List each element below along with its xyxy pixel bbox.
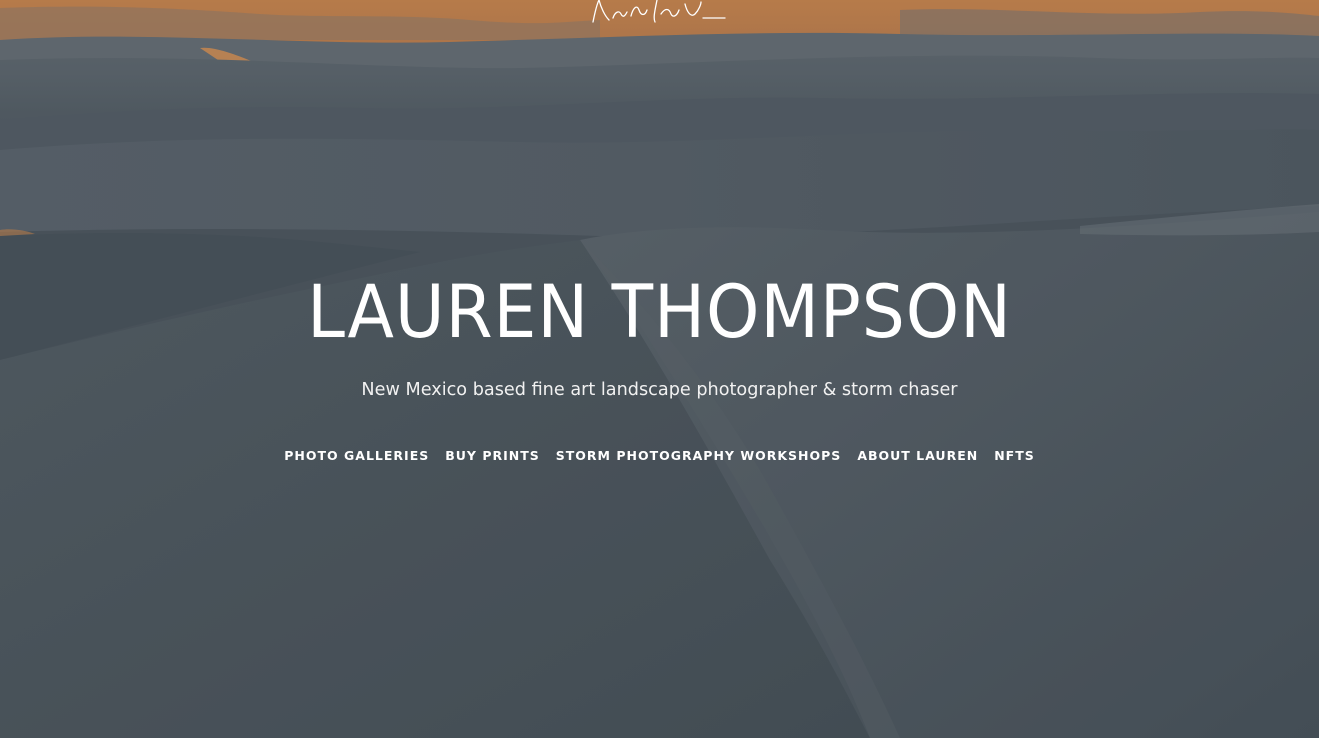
site-tagline: New Mexico based fine art landscape phot… [361, 379, 958, 400]
site-title[interactable]: LAUREN THOMPSON [46, 268, 1273, 358]
nav-item-about: ABOUT LAUREN [857, 446, 978, 466]
nav-item-buy-prints: BUY PRINTS [445, 446, 540, 466]
nav-link-about[interactable]: ABOUT LAUREN [857, 448, 978, 463]
nav-item-photo-galleries: PHOTO GALLERIES [284, 446, 429, 466]
nav-link-storm-workshops[interactable]: STORM PHOTOGRAPHY WORKSHOPS [556, 448, 842, 463]
hero-content: LAUREN THOMPSON New Mexico based fine ar… [0, 0, 1319, 738]
hero-section: LAUREN THOMPSON New Mexico based fine ar… [0, 0, 1319, 738]
nav-link-photo-galleries[interactable]: PHOTO GALLERIES [284, 448, 429, 463]
nav-item-nfts: NFTS [994, 446, 1035, 466]
nav-item-storm-workshops: STORM PHOTOGRAPHY WORKSHOPS [556, 446, 842, 466]
nav-list: PHOTO GALLERIES BUY PRINTS STORM PHOTOGR… [0, 446, 1319, 466]
nav-link-nfts[interactable]: NFTS [994, 448, 1035, 463]
nav-link-buy-prints[interactable]: BUY PRINTS [445, 448, 540, 463]
